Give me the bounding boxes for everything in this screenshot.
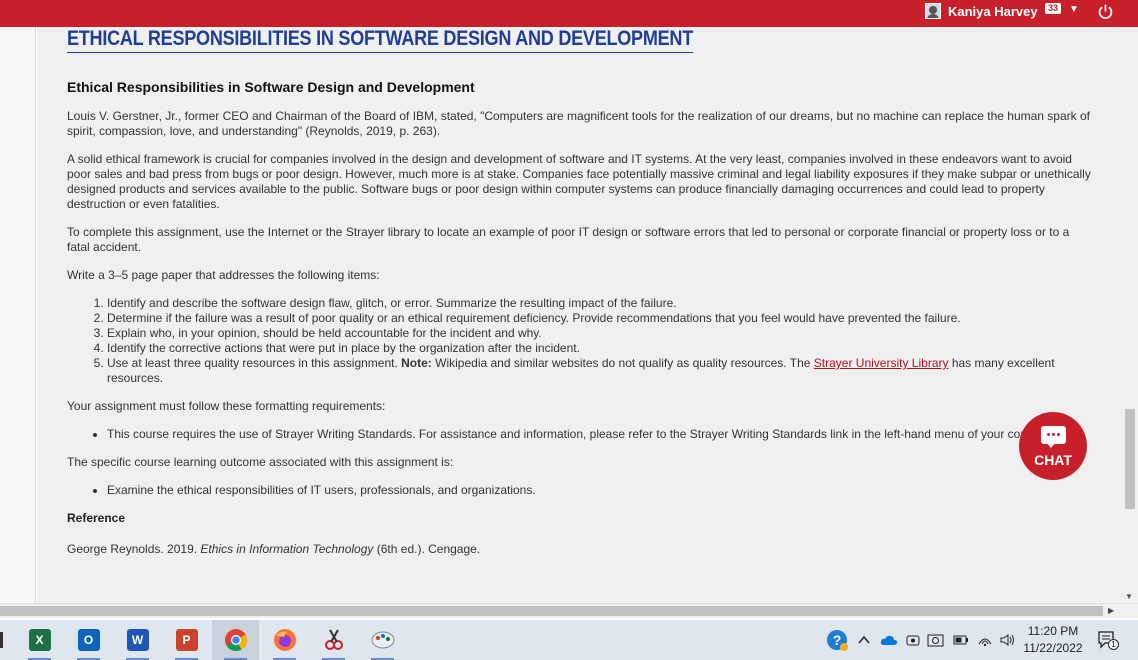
requirement-text: Wikipedia and similar websites do not qu… (431, 356, 814, 370)
reference-title: Ethics in Information Technology (200, 542, 374, 556)
chrome-icon[interactable] (212, 620, 259, 660)
reference-citation: George Reynolds. 2019. Ethics in Informa… (67, 542, 1092, 557)
wifi-icon[interactable] (977, 620, 993, 660)
scrollbar-thumb[interactable] (0, 606, 1103, 616)
intro-paragraph: Louis V. Gerstner, Jr., former CEO and C… (67, 109, 1090, 138)
requirement-item: Use at least three quality resources in … (107, 356, 1092, 386)
word-icon[interactable]: W (114, 620, 161, 660)
strayer-library-link[interactable]: Strayer University Library (814, 356, 949, 370)
power-icon[interactable] (1097, 3, 1114, 20)
chat-icon (1041, 426, 1066, 448)
chat-button[interactable]: CHAT (1019, 412, 1087, 480)
formatting-item: This course requires the use of Strayer … (107, 427, 1092, 442)
paint-icon[interactable] (359, 620, 406, 660)
battery-icon[interactable] (953, 620, 969, 660)
assignment-subtitle: Ethical Responsibilities in Software Des… (67, 79, 475, 95)
notification-badge[interactable]: 33 (1045, 3, 1062, 14)
chat-label: CHAT (1034, 452, 1072, 468)
notification-count: 1 (1108, 639, 1119, 650)
avatar (925, 3, 941, 19)
assignment-content: ETHICAL RESPONSIBILITIES IN SOFTWARE DES… (37, 27, 1122, 603)
vertical-scrollbar[interactable]: ▼ (1122, 27, 1138, 603)
taskbar-edge (0, 632, 3, 648)
outcome-item: Examine the ethical responsibilities of … (107, 483, 1092, 498)
svg-text:?: ? (833, 632, 842, 648)
requirement-item: Determine if the failure was a result of… (107, 311, 1092, 326)
outcome-intro: The specific course learning outcome ass… (67, 455, 454, 469)
requirement-item: Explain who, in your opinion, should be … (107, 326, 1092, 341)
task-paragraph: To complete this assignment, use the Int… (67, 225, 1070, 254)
camera-icon[interactable] (927, 620, 944, 660)
requirement-item: Identify and describe the software desig… (107, 296, 1092, 311)
help-icon[interactable]: ? (826, 620, 848, 660)
system-clock[interactable]: 11:20 PM 11/22/2022 (1020, 623, 1086, 657)
formatting-intro: Your assignment must follow these format… (67, 399, 386, 413)
requirement-item: Identify the corrective actions that wer… (107, 341, 1092, 356)
outlook-icon[interactable]: O (65, 620, 112, 660)
scroll-down-icon[interactable]: ▼ (1125, 592, 1133, 601)
requirement-text: Use at least three quality resources in … (107, 356, 402, 370)
reference-edition: (6th ed.). Cengage. (373, 542, 481, 556)
chevron-up-icon[interactable] (858, 620, 870, 660)
user-name: Kaniya Harvey (948, 3, 1038, 19)
outcome-list: Examine the ethical responsibilities of … (107, 483, 1092, 498)
powerpoint-icon[interactable]: P (163, 620, 210, 660)
taskbar: X O W P ? 11:20 PM 11/22/2022 1 (0, 620, 1138, 660)
scrollbar-thumb[interactable] (1125, 409, 1135, 509)
reference-author: George Reynolds. 2019. (67, 542, 201, 556)
assignment-body: Ethical Responsibilities in Software Des… (67, 80, 1092, 570)
paper-instruction: Write a 3–5 page paper that addresses th… (67, 268, 380, 282)
horizontal-scrollbar[interactable]: ▶ (0, 603, 1138, 618)
meet-now-icon[interactable] (906, 620, 920, 660)
top-bar: Kaniya Harvey 33 ▼ (0, 0, 1138, 27)
firefox-icon[interactable] (261, 620, 308, 660)
page-title: ETHICAL RESPONSIBILITIES IN SOFTWARE DES… (67, 27, 693, 53)
excel-icon[interactable]: X (16, 620, 63, 660)
scroll-right-icon[interactable]: ▶ (1108, 606, 1114, 615)
volume-icon[interactable] (999, 620, 1015, 660)
framework-paragraph: A solid ethical framework is crucial for… (67, 152, 1091, 211)
chevron-down-icon[interactable]: ▼ (1069, 4, 1079, 15)
reference-heading: Reference (67, 511, 126, 525)
formatting-list: This course requires the use of Strayer … (107, 427, 1092, 442)
requirements-list: Identify and describe the software desig… (107, 296, 1092, 386)
left-rail (0, 27, 36, 603)
notification-center-icon[interactable]: 1 (1097, 630, 1119, 650)
note-label: Note: (401, 356, 432, 370)
user-menu[interactable]: Kaniya Harvey (925, 2, 1038, 20)
clock-time: 11:20 PM (1027, 624, 1079, 638)
snipping-tool-icon[interactable] (310, 620, 357, 660)
onedrive-icon[interactable] (880, 620, 898, 660)
clock-date: 11/22/2022 (1023, 641, 1083, 655)
